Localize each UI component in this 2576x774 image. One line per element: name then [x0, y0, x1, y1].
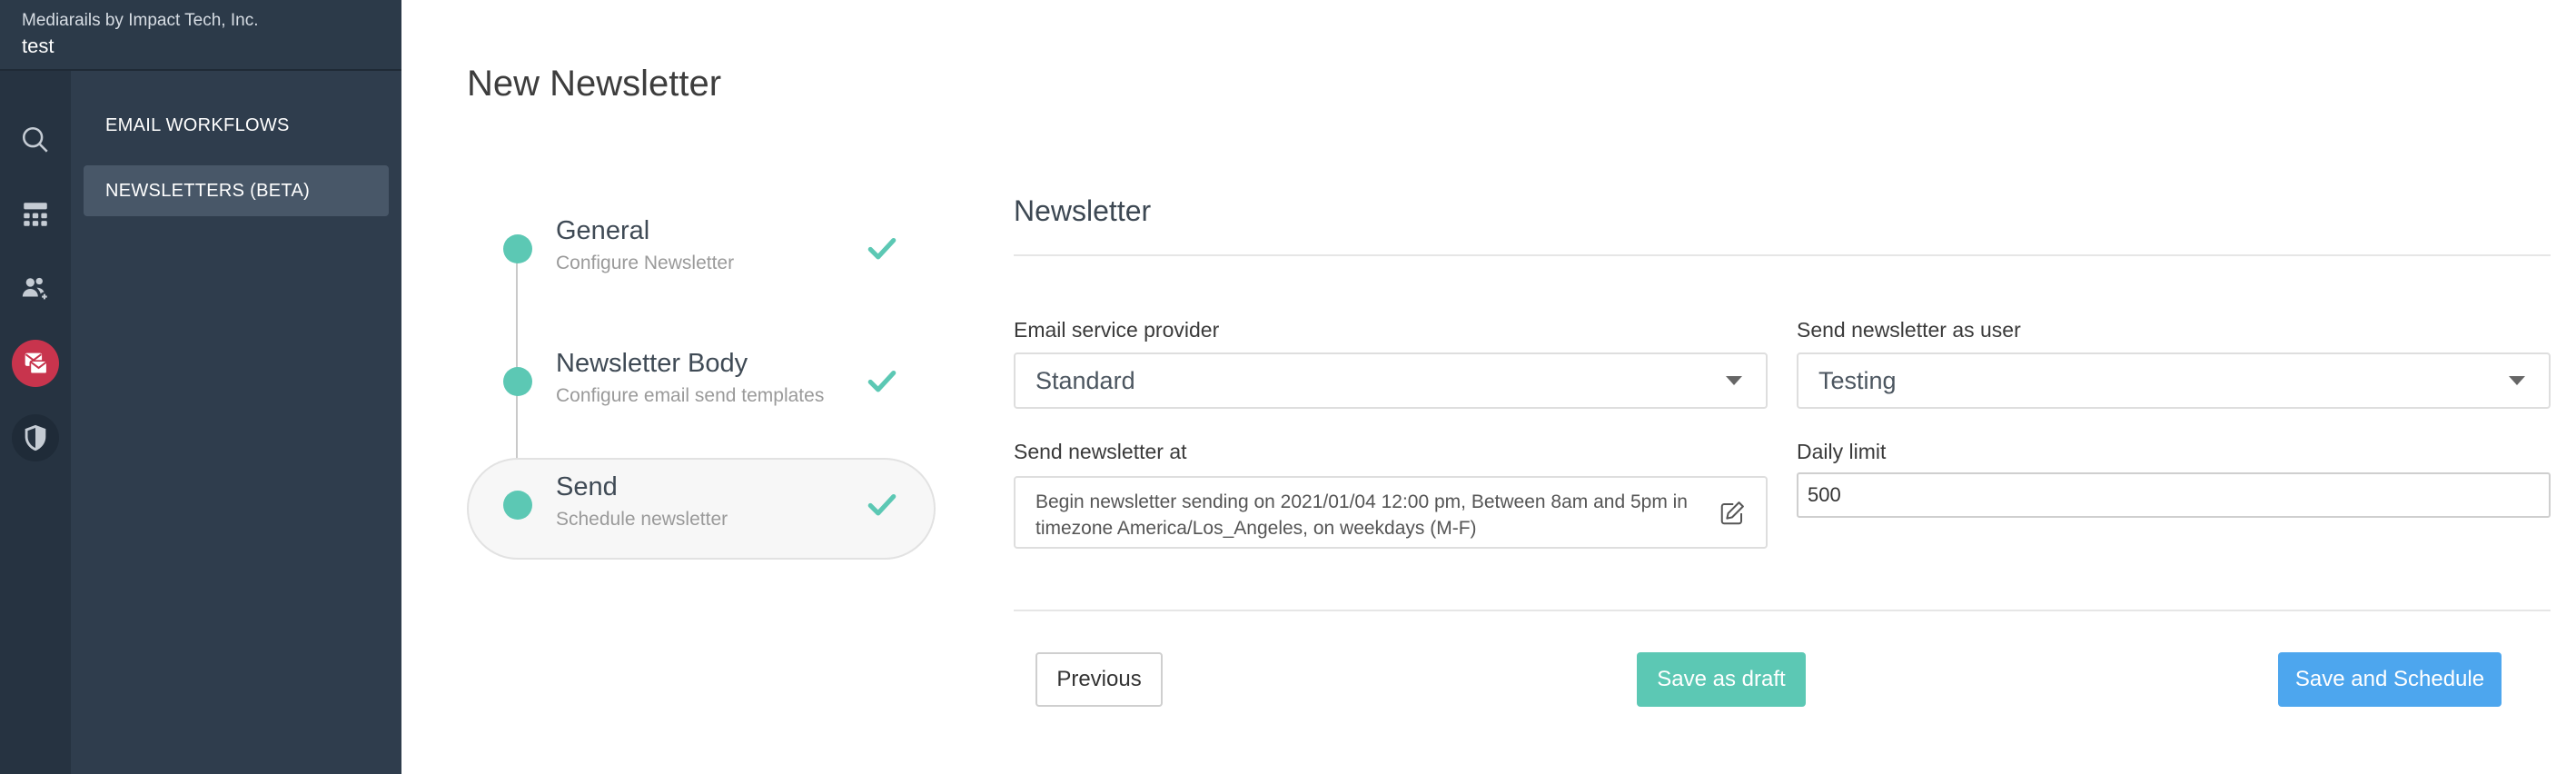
chevron-down-icon [1726, 376, 1742, 385]
shield-icon[interactable] [12, 414, 59, 461]
save-draft-button[interactable]: Save as draft [1637, 652, 1806, 707]
org-name: test [22, 35, 54, 57]
step-dot [503, 234, 532, 263]
newsletter-icon[interactable] [12, 340, 59, 387]
step-subtitle: Schedule newsletter [556, 509, 728, 530]
step-subtitle: Configure email send templates [556, 385, 825, 406]
send-as-user-select[interactable]: Testing [1797, 352, 2551, 409]
step-title: General [556, 216, 650, 245]
previous-button[interactable]: Previous [1035, 652, 1163, 707]
chevron-down-icon [2509, 376, 2525, 385]
subnav-item-newsletters[interactable]: NEWSLETTERS (BETA) [84, 165, 389, 216]
workflow-icon[interactable] [12, 191, 59, 238]
daily-limit-label: Daily limit [1797, 440, 1887, 463]
esp-label: Email service provider [1014, 318, 1220, 342]
send-as-user-label: Send newsletter as user [1797, 318, 2021, 342]
step-title: Newsletter Body [556, 349, 748, 378]
wizard-steps: General Configure Newsletter Newsletter … [467, 202, 936, 583]
divider [1014, 254, 2551, 256]
check-icon [867, 493, 897, 516]
daily-limit-input[interactable] [1797, 472, 2551, 518]
schedule-label: Send newsletter at [1014, 440, 1187, 463]
search-icon[interactable] [12, 116, 59, 164]
esp-select[interactable]: Standard [1014, 352, 1768, 409]
step-general[interactable]: General Configure Newsletter [467, 202, 936, 303]
step-send[interactable]: Send Schedule newsletter [467, 458, 936, 560]
esp-select-value: Standard [1035, 366, 1135, 394]
icon-rail [0, 71, 71, 774]
step-subtitle: Configure Newsletter [556, 253, 735, 273]
check-icon [867, 237, 897, 260]
schedule-value: Begin newsletter sending on 2021/01/04 1… [1035, 491, 1688, 539]
check-icon [867, 370, 897, 392]
step-newsletter-body[interactable]: Newsletter Body Configure email send tem… [467, 334, 936, 436]
step-title: Send [556, 472, 618, 501]
org-company: Mediarails by Impact Tech, Inc. [22, 11, 259, 30]
subnav-item-email-workflows[interactable]: EMAIL WORKFLOWS [84, 100, 389, 151]
step-dot [503, 367, 532, 396]
org-header[interactable]: Mediarails by Impact Tech, Inc. test [0, 0, 401, 71]
app-sidebar: Mediarails by Impact Tech, Inc. test EMA… [0, 0, 401, 774]
users-icon[interactable] [12, 265, 59, 313]
divider [1014, 610, 2551, 611]
save-and-schedule-button[interactable]: Save and Schedule [2278, 652, 2502, 707]
send-as-user-value: Testing [1818, 366, 1897, 394]
section-title: Newsletter [1014, 194, 1152, 227]
step-dot [503, 491, 532, 520]
edit-icon[interactable] [1719, 500, 1746, 527]
schedule-field[interactable]: Begin newsletter sending on 2021/01/04 1… [1014, 476, 1768, 549]
page-title: New Newsletter [467, 64, 722, 104]
